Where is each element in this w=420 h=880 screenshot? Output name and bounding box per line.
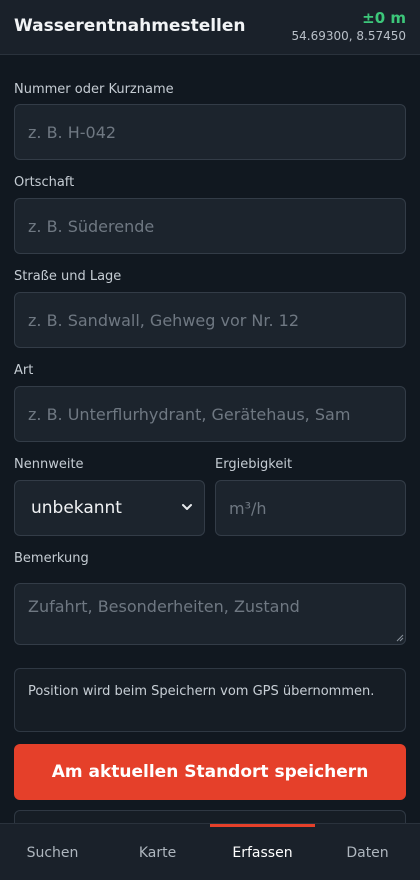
save-location-button[interactable]: Am aktuellen Standort speichern	[14, 744, 406, 800]
app-header: Wasserentnahmestellen ±0 m 54.69300, 8.5…	[0, 0, 420, 55]
nennweite-label: Nennweite	[14, 457, 84, 472]
bemerkung-label: Bemerkung	[14, 551, 89, 566]
ergiebigkeit-label: Ergiebigkeit	[215, 457, 293, 472]
art-input[interactable]	[14, 386, 406, 442]
strasse-input[interactable]	[14, 292, 406, 348]
nennweite-selected-value: unbekannt	[31, 498, 122, 518]
bottom-nav: Suchen Karte Erfassen Daten	[0, 823, 420, 880]
resize-grip-icon[interactable]	[396, 634, 404, 642]
bemerkung-textarea[interactable]	[14, 583, 406, 645]
ergiebigkeit-input[interactable]	[215, 480, 406, 536]
tab-karte[interactable]: Karte	[105, 824, 210, 880]
gps-accuracy: ±0 m	[362, 9, 406, 27]
tab-daten[interactable]: Daten	[315, 824, 420, 880]
app-title: Wasserentnahmestellen	[14, 16, 246, 36]
strasse-label: Straße und Lage	[14, 269, 122, 284]
art-label: Art	[14, 363, 34, 378]
tab-suchen[interactable]: Suchen	[0, 824, 105, 880]
nummer-label: Nummer oder Kurzname	[14, 82, 174, 97]
nennweite-select[interactable]: unbekannt	[14, 480, 205, 536]
nummer-input[interactable]	[14, 104, 406, 160]
ortschaft-label: Ortschaft	[14, 175, 75, 190]
tab-erfassen[interactable]: Erfassen	[210, 824, 315, 880]
ortschaft-input[interactable]	[14, 198, 406, 254]
gps-info-box: Position wird beim Speichern vom GPS übe…	[14, 668, 406, 732]
gps-coordinates: 54.69300, 8.57450	[291, 29, 406, 43]
chevron-down-icon	[182, 504, 192, 510]
